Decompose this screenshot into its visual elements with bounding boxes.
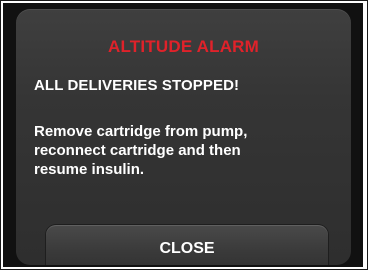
- alarm-message: Remove cartridge from pump, reconnect ca…: [34, 122, 334, 179]
- alarm-message-line: resume insulin.: [34, 161, 145, 178]
- alarm-dialog: ALTITUDE ALARM ALL DELIVERIES STOPPED! R…: [16, 9, 351, 265]
- alarm-headline: ALL DELIVERIES STOPPED!: [34, 77, 240, 94]
- alarm-title: ALTITUDE ALARM: [107, 37, 260, 56]
- screenshot-frame: ALTITUDE ALARM ALL DELIVERIES STOPPED! R…: [0, 0, 368, 270]
- pump-screen: ALTITUDE ALARM ALL DELIVERIES STOPPED! R…: [3, 3, 363, 267]
- alarm-message-line: reconnect cartridge and then: [34, 142, 241, 159]
- close-button[interactable]: CLOSE: [46, 225, 328, 265]
- alarm-message-line: Remove cartridge from pump,: [34, 123, 248, 140]
